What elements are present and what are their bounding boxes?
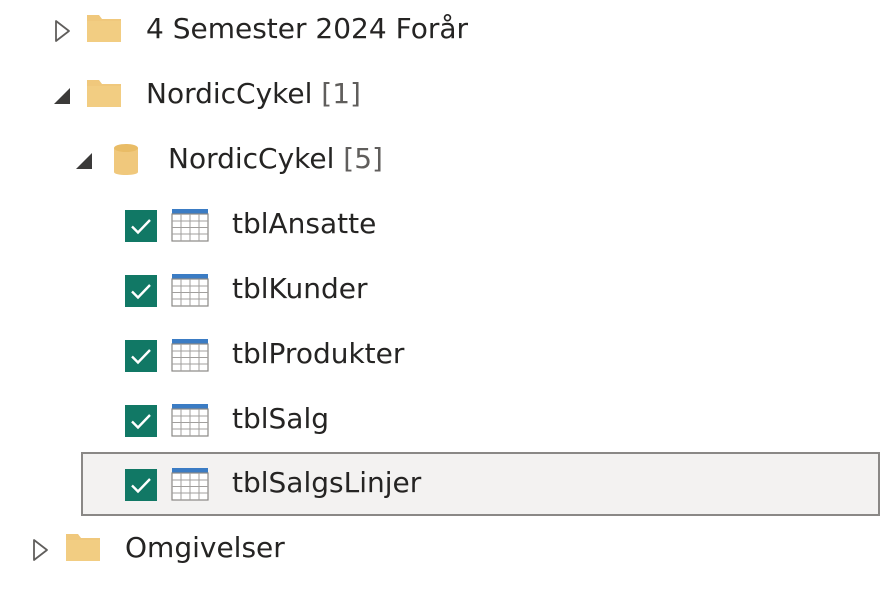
tree-item-label: tblSalgsLinjer — [232, 466, 422, 499]
tree-item-table-tblsalgslinjer[interactable]: tblSalgsLinjer — [81, 452, 880, 516]
checkbox-checked-icon[interactable] — [125, 405, 157, 437]
table-icon — [171, 208, 209, 242]
table-icon — [171, 403, 209, 437]
folder-icon — [86, 11, 122, 43]
checkbox-checked-icon[interactable] — [125, 340, 157, 372]
checkbox-checked-icon[interactable] — [125, 210, 157, 242]
folder-icon — [86, 76, 122, 108]
tree-item-label: tblKunder — [232, 272, 368, 305]
checkbox-checked-icon[interactable] — [125, 275, 157, 307]
tree-item-folder-4-semester[interactable]: 4 Semester 2024 Forår — [0, 0, 880, 63]
tree-item-label: NordicCykel [5] — [168, 142, 383, 175]
tree-item-label: NordicCykel [1] — [146, 77, 361, 110]
tree-item-label: tblAnsatte — [232, 207, 377, 240]
tree-item-database-nordiccykel[interactable]: NordicCykel [5] — [0, 128, 880, 193]
table-icon — [171, 338, 209, 372]
item-count: [1] — [321, 77, 361, 110]
checkbox-checked-icon[interactable] — [125, 469, 157, 501]
folder-icon — [65, 530, 101, 562]
tree-item-folder-nordiccykel[interactable]: NordicCykel [1] — [0, 63, 880, 128]
database-icon — [113, 143, 139, 177]
tree-item-label: tblProdukter — [232, 337, 405, 370]
tree-item-table-tblprodukter[interactable]: tblProdukter — [0, 323, 880, 388]
table-icon — [171, 273, 209, 307]
tree-item-table-tblansatte[interactable]: tblAnsatte — [0, 193, 880, 258]
table-icon — [171, 467, 209, 501]
tree-item-label: tblSalg — [232, 402, 330, 435]
tree-item-table-tblkunder[interactable]: tblKunder — [0, 258, 880, 323]
expand-chevron-icon[interactable] — [26, 536, 54, 564]
expand-chevron-icon[interactable] — [48, 17, 76, 45]
tree-item-label: 4 Semester 2024 Forår — [146, 12, 468, 45]
tree-item-table-tblsalg[interactable]: tblSalg — [0, 388, 880, 453]
tree-item-label: Omgivelser — [125, 531, 285, 564]
collapse-triangle-icon[interactable] — [48, 82, 76, 110]
tree-item-folder-omgivelser[interactable]: Omgivelser — [0, 517, 880, 582]
collapse-triangle-icon[interactable] — [70, 147, 98, 175]
item-count: [5] — [343, 142, 383, 175]
